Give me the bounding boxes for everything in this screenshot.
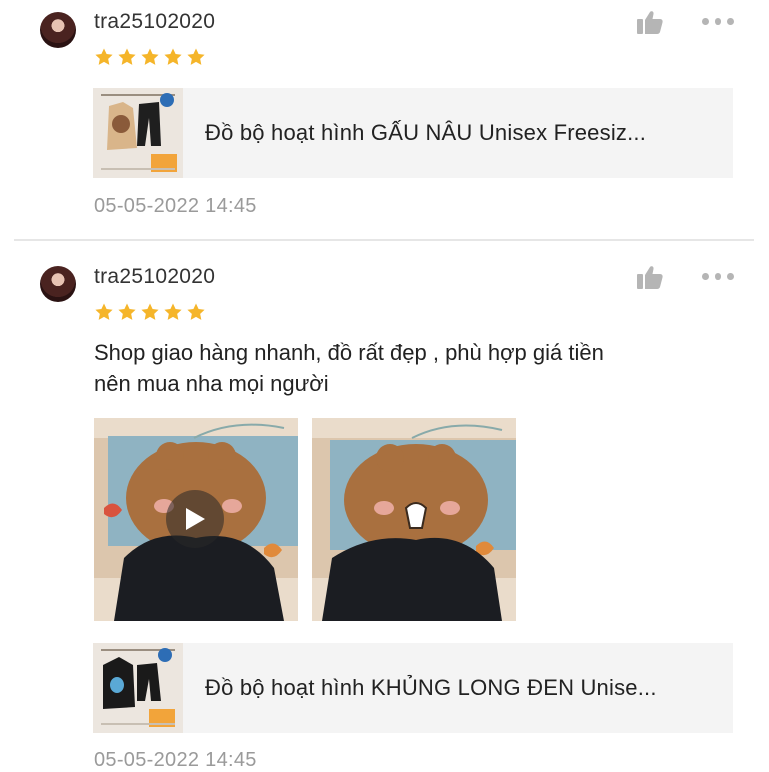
star-icon xyxy=(140,302,160,322)
reviewer-username[interactable]: tra25102020 xyxy=(94,265,215,289)
star-icon xyxy=(117,302,137,322)
product-card[interactable]: Đồ bộ hoạt hình KHỦNG LONG ĐEN Unise... xyxy=(93,643,733,733)
review-comment: Shop giao hàng nhanh, đồ rất đẹp , phù h… xyxy=(94,337,734,399)
review-video-thumbnail[interactable] xyxy=(94,418,298,621)
star-rating xyxy=(94,302,206,322)
avatar[interactable] xyxy=(40,266,76,302)
review-image[interactable] xyxy=(312,418,516,621)
star-icon xyxy=(186,302,206,322)
play-icon[interactable] xyxy=(166,490,224,548)
star-icon xyxy=(94,302,114,322)
star-icon xyxy=(163,302,183,322)
more-options-icon[interactable] xyxy=(702,272,735,280)
comment-line: nên mua nha mọi người xyxy=(94,371,329,396)
product-thumbnail xyxy=(93,643,183,733)
review-item: tra25102020 Shop giao hàng nhanh, đồ rất… xyxy=(0,0,769,771)
product-name[interactable]: Đồ bộ hoạt hình KHỦNG LONG ĐEN Unise... xyxy=(205,643,657,733)
comment-line: Shop giao hàng nhanh, đồ rất đẹp , phù h… xyxy=(94,340,604,365)
thumbs-up-icon[interactable] xyxy=(637,265,663,289)
